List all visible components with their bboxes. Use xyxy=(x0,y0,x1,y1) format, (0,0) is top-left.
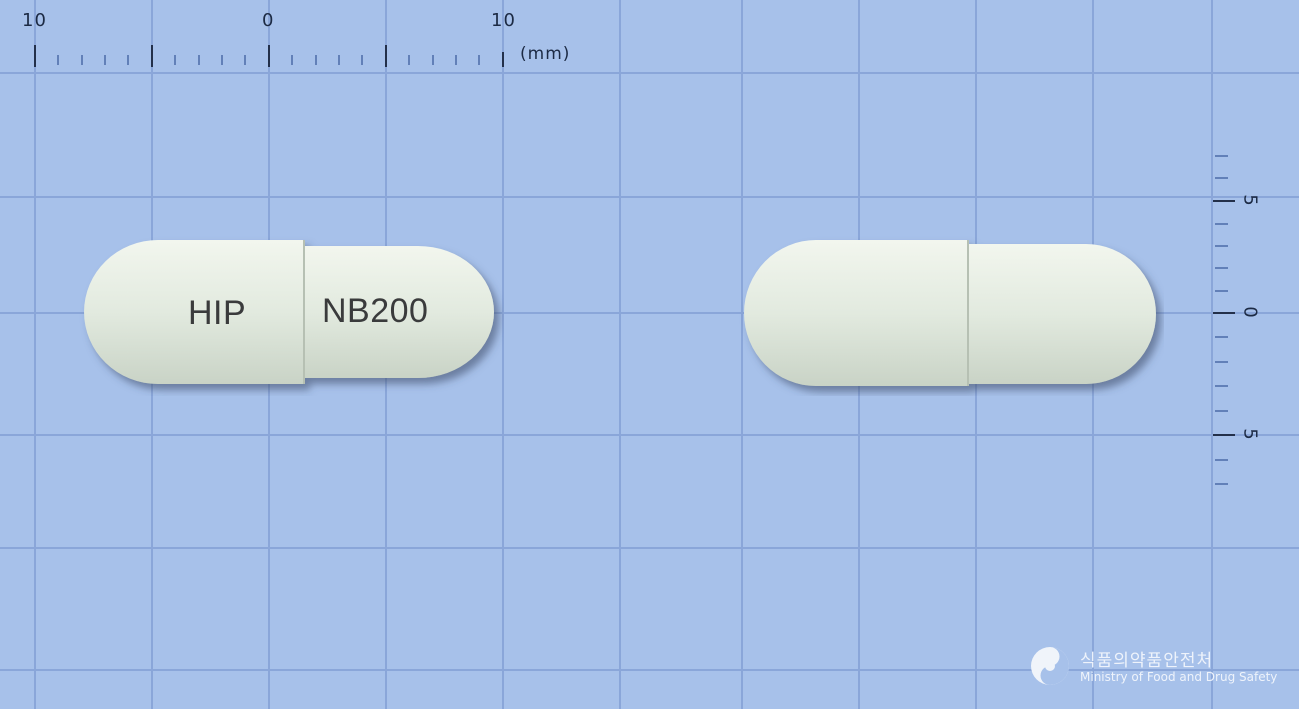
ruler-label-left: 10 xyxy=(22,10,47,31)
vertical-ruler-label-top: 5 xyxy=(1239,194,1261,207)
ruler-label-right: 10 xyxy=(491,10,516,31)
mfds-logo-icon xyxy=(1031,647,1069,685)
vertical-ruler-ticks xyxy=(1213,200,1235,436)
capsule-imprint-body: NB200 xyxy=(322,292,429,330)
capsule-imprint-cap: HIP xyxy=(188,294,247,332)
capsule-back xyxy=(744,240,1156,386)
ruler-label-zero: 0 xyxy=(262,10,275,31)
vertical-ruler-label-bottom: 5 xyxy=(1239,428,1261,441)
vertical-ruler-label-zero: 0 xyxy=(1239,306,1261,319)
logo-english-text: Ministry of Food and Drug Safety xyxy=(1080,670,1278,684)
ruler-unit: (mm) xyxy=(520,44,571,64)
logo-korean-text: 식품의약품안전처 xyxy=(1080,651,1214,671)
capsule-front xyxy=(84,240,494,384)
